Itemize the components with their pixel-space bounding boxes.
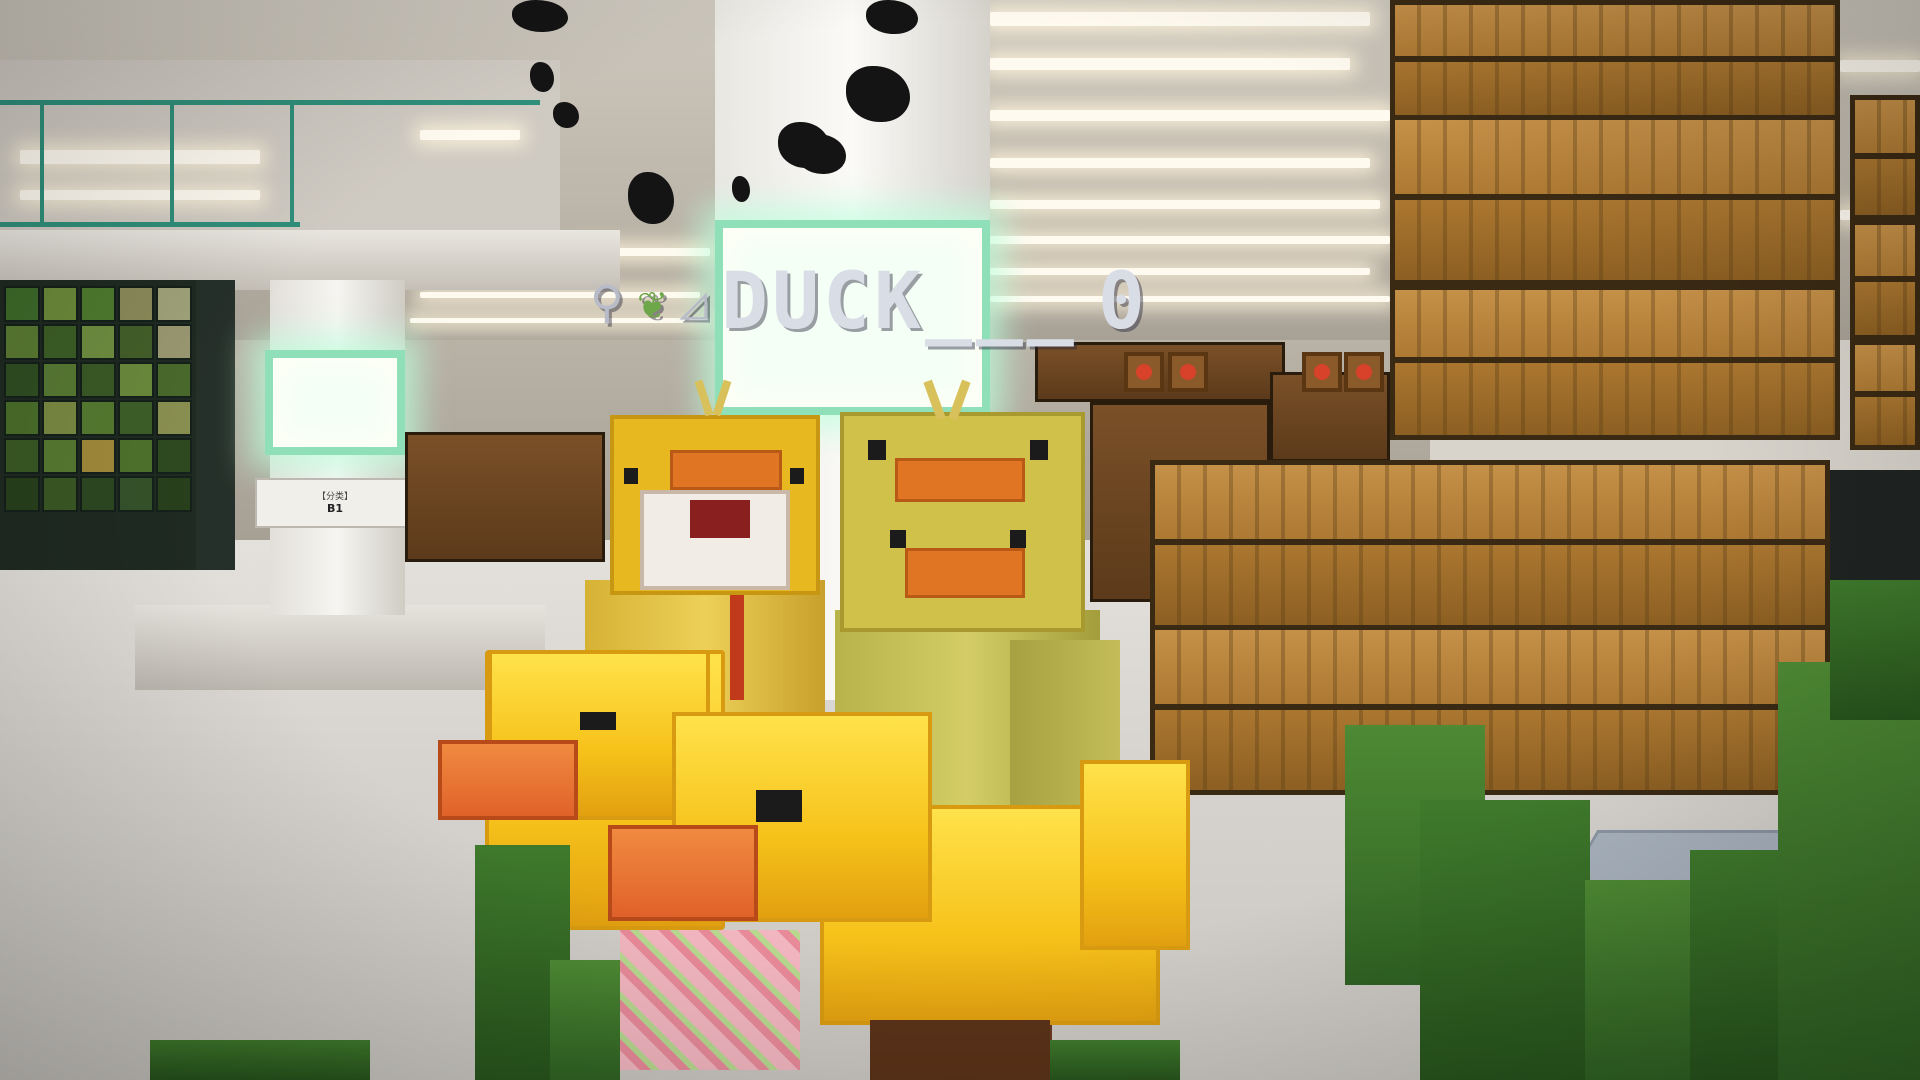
rubber-duck-eye — [580, 712, 616, 730]
duck-eye — [1030, 440, 1048, 460]
duck-beak — [670, 450, 782, 490]
rubber-duck-beak — [608, 825, 758, 921]
foreground-leaves — [550, 960, 620, 1080]
sea-lantern-lamp — [265, 350, 405, 455]
foreground-leaves — [1585, 880, 1705, 1080]
ceiling-light — [20, 190, 260, 200]
barrel-crate — [1150, 625, 1830, 795]
player-eye — [890, 530, 906, 548]
smoke-particle — [512, 0, 568, 32]
foreground-leaves — [150, 1040, 370, 1080]
item-frame — [1168, 352, 1208, 392]
foreground-leaves — [1778, 662, 1920, 1080]
player-tie — [730, 590, 744, 700]
ceiling-light — [990, 236, 1390, 244]
foreground-leaves — [1830, 580, 1920, 720]
barrel-crate — [1850, 95, 1920, 220]
player-mouth — [690, 500, 750, 538]
player-name: DUCK___ — [721, 257, 1078, 347]
ceiling-light — [990, 110, 1390, 121]
item-frame — [1124, 352, 1164, 392]
storage-shelf — [405, 432, 605, 562]
floor-sign-label: B1 — [326, 502, 344, 515]
ceiling-light — [1840, 60, 1920, 72]
duck-eye — [624, 468, 638, 484]
mezzanine-railing — [290, 100, 294, 225]
rubber-duck-tail — [1080, 760, 1190, 950]
ceiling-light — [420, 130, 520, 140]
duck-beak — [895, 458, 1025, 502]
player-score: 0 — [1097, 257, 1149, 347]
game-viewport[interactable]: 【分类】 B1 ⚲ ❦ ◿ DUCK___ 0 — [0, 0, 1920, 1080]
fishing-rod-icon: ⚲ — [590, 275, 624, 329]
rubber-duck-beak — [438, 740, 578, 820]
mezzanine-railing — [0, 222, 300, 227]
smoke-particle — [553, 102, 579, 128]
foreground-leaves — [1050, 1040, 1180, 1080]
mezzanine-railing — [0, 100, 540, 105]
duck-eye — [868, 440, 886, 460]
floor-sign: 【分类】 B1 — [255, 478, 415, 528]
barrel-crate — [1390, 285, 1840, 440]
mezzanine-railing — [40, 100, 44, 225]
ceiling-light — [990, 200, 1380, 209]
player-eye — [1010, 530, 1026, 548]
foreground-leaves — [1420, 800, 1590, 1080]
flag-badge-icon: ◿ — [679, 275, 708, 329]
ceiling-light — [20, 150, 260, 164]
barrel-crate — [1850, 220, 1920, 340]
barrel-crate — [1150, 460, 1830, 630]
mezzanine-railing — [170, 100, 174, 225]
player-legs — [620, 930, 800, 1070]
item-frame — [1344, 352, 1384, 392]
glass-leaf-wall — [0, 280, 235, 570]
leaf-icon: ❦ — [637, 275, 666, 329]
ceiling-light — [990, 58, 1350, 70]
smoke-particle — [732, 176, 750, 202]
smoke-particle — [530, 62, 554, 92]
barrel-crate — [1390, 115, 1840, 285]
rubber-duck-eye — [756, 790, 802, 822]
duck-eye — [790, 468, 804, 484]
player-nameplate: ⚲ ❦ ◿ DUCK___ 0 — [590, 257, 1149, 347]
barrel-crate — [1390, 0, 1840, 120]
barrel-crate — [1850, 340, 1920, 450]
item-frame — [1302, 352, 1342, 392]
player-beak — [905, 548, 1025, 598]
ceiling-light — [990, 12, 1370, 26]
ceiling-light — [990, 158, 1370, 168]
dark-block — [1830, 470, 1920, 590]
pillar-base-platform — [135, 605, 545, 690]
player-legs — [870, 1020, 1050, 1080]
